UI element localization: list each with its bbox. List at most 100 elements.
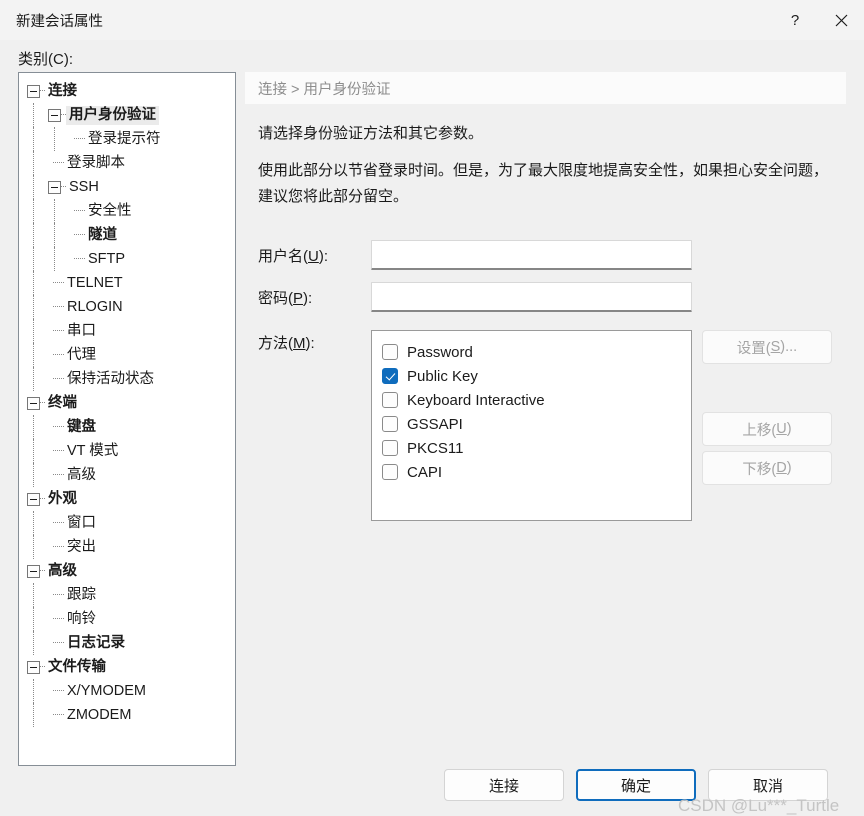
collapse-minus-icon[interactable] [27, 660, 40, 674]
method-label: Public Key [407, 367, 478, 385]
sidebar-item-16[interactable]: VT 模式 [19, 439, 235, 463]
sidebar-item-label: 串口 [67, 322, 96, 339]
sidebar-item-label: RLOGIN [67, 298, 123, 315]
method-item-5[interactable]: PKCS11 [382, 436, 691, 460]
sidebar-item-17[interactable]: 高级 [19, 463, 235, 487]
checkbox-unchecked-icon[interactable] [382, 416, 398, 432]
sidebar-item-15[interactable]: 键盘 [19, 415, 235, 439]
sidebar-item-9[interactable]: TELNET [19, 271, 235, 295]
sidebar-item-14[interactable]: 终端 [19, 391, 235, 415]
username-label: 用户名(U): [258, 247, 329, 265]
close-icon[interactable] [818, 0, 864, 40]
sidebar-item-label: ZMODEM [67, 706, 132, 723]
method-item-2[interactable]: Public Key [382, 364, 691, 388]
tree-guide-line [54, 127, 55, 151]
checkbox-unchecked-icon[interactable] [382, 440, 398, 456]
sidebar-item-8[interactable]: SFTP [19, 247, 235, 271]
sidebar-item-label: 隧道 [88, 226, 117, 243]
collapse-minus-icon[interactable] [27, 492, 40, 506]
collapse-minus-icon[interactable] [27, 396, 40, 410]
ok-button[interactable]: 确定 [576, 769, 696, 801]
method-label: CAPI [407, 463, 443, 481]
tree-guide-line [33, 511, 34, 535]
cancel-button[interactable]: 取消 [708, 769, 828, 801]
tree-connector [53, 690, 64, 692]
method-label: Password [407, 343, 473, 361]
method-item-6[interactable]: CAPI [382, 460, 691, 484]
description-secondary: 使用此部分以节省登录时间。但是，为了最大限度地提高安全性，如果担心安全问题，建议… [258, 162, 829, 205]
sidebar-item-19[interactable]: 窗口 [19, 511, 235, 535]
help-icon[interactable]: ? [772, 0, 818, 40]
sidebar-item-6[interactable]: 安全性 [19, 199, 235, 223]
sidebar-item-18[interactable]: 外观 [19, 487, 235, 511]
collapse-minus-icon[interactable] [48, 108, 61, 122]
sidebar-item-label: 登录脚本 [67, 154, 125, 171]
collapse-minus-icon[interactable] [48, 180, 61, 194]
collapse-minus-icon[interactable] [27, 84, 40, 98]
checkbox-unchecked-icon[interactable] [382, 344, 398, 360]
sidebar-item-23[interactable]: 响铃 [19, 607, 235, 631]
username-input[interactable] [371, 240, 692, 270]
sidebar-item-24[interactable]: 日志记录 [19, 631, 235, 655]
tree-connector [53, 546, 64, 548]
username-row: 用户名(U): [245, 240, 846, 270]
tree-guide-line [33, 679, 34, 703]
tree-connector [53, 522, 64, 524]
sidebar-item-label: 连接 [48, 82, 77, 99]
connect-button[interactable]: 连接 [444, 769, 564, 801]
sidebar-item-11[interactable]: 串口 [19, 319, 235, 343]
sidebar-item-25[interactable]: 文件传输 [19, 655, 235, 679]
sidebar-item-20[interactable]: 突出 [19, 535, 235, 559]
tree-connector [53, 450, 64, 452]
sidebar-item-label: 安全性 [88, 202, 132, 219]
sidebar-item-4[interactable]: 登录脚本 [19, 151, 235, 175]
tree-connector [53, 282, 64, 284]
sidebar-item-3[interactable]: 登录提示符 [19, 127, 235, 151]
window-title: 新建会话属性 [16, 13, 103, 30]
settings-button[interactable]: 设置(S)... [702, 330, 832, 364]
method-label: GSSAPI [407, 415, 463, 433]
sidebar-item-label: 日志记录 [67, 634, 125, 651]
sidebar-item-label: 保持活动状态 [67, 370, 154, 387]
tree-connector [53, 354, 64, 356]
sidebar-item-label: 用户身份验证 [66, 105, 159, 125]
sidebar-item-5[interactable]: SSH [19, 175, 235, 199]
sidebar-item-21[interactable]: 高级 [19, 559, 235, 583]
sidebar-item-26[interactable]: X/YMODEM [19, 679, 235, 703]
password-label: 密码(P): [258, 289, 313, 307]
tree-connector [74, 234, 85, 236]
tree-guide-line [33, 343, 34, 367]
methods-list[interactable]: Password Public Key Keyboard Interactive GS… [371, 330, 692, 521]
sidebar-item-22[interactable]: 跟踪 [19, 583, 235, 607]
category-label: 类别(C): [18, 51, 73, 68]
sidebar-item-1[interactable]: 连接 [19, 79, 235, 103]
tree-guide-line [33, 319, 34, 343]
sidebar-item-13[interactable]: 保持活动状态 [19, 367, 235, 391]
sidebar-item-10[interactable]: RLOGIN [19, 295, 235, 319]
tree-guide-line [33, 223, 34, 247]
password-input[interactable] [371, 282, 692, 312]
tree-connector [74, 258, 85, 260]
move-down-button[interactable]: 下移(D) [702, 451, 832, 485]
collapse-minus-icon[interactable] [27, 564, 40, 578]
sidebar-item-label: SFTP [88, 250, 126, 267]
category-tree[interactable]: 连接用户身份验证 登录提示符登录脚本 SSH 安全性隧道 SFTP TELNET RLOGI… [18, 72, 236, 766]
checkbox-unchecked-icon[interactable] [382, 392, 398, 408]
tree-guide-line [54, 223, 55, 247]
move-up-button[interactable]: 上移(U) [702, 412, 832, 446]
tree-connector [53, 618, 64, 620]
sidebar-item-7[interactable]: 隧道 [19, 223, 235, 247]
checkbox-checked-icon[interactable] [382, 368, 398, 384]
method-item-3[interactable]: Keyboard Interactive [382, 388, 691, 412]
method-item-1[interactable]: Password [382, 340, 691, 364]
sidebar-item-12[interactable]: 代理 [19, 343, 235, 367]
methods-label: 方法(M): [258, 335, 315, 352]
sidebar-item-27[interactable]: ZMODEM [19, 703, 235, 727]
sidebar-item-2[interactable]: 用户身份验证 [19, 103, 235, 127]
tree-connector [53, 714, 64, 716]
dialog-body: 类别(C): 连接 用户身份验证 登录提示符 登录脚本 SSH 安全性 隧道 SFTP TELN… [0, 40, 864, 815]
tree-guide-line [33, 583, 34, 607]
method-item-4[interactable]: GSSAPI [382, 412, 691, 436]
sidebar-item-label: SSH [69, 178, 99, 195]
checkbox-unchecked-icon[interactable] [382, 464, 398, 480]
